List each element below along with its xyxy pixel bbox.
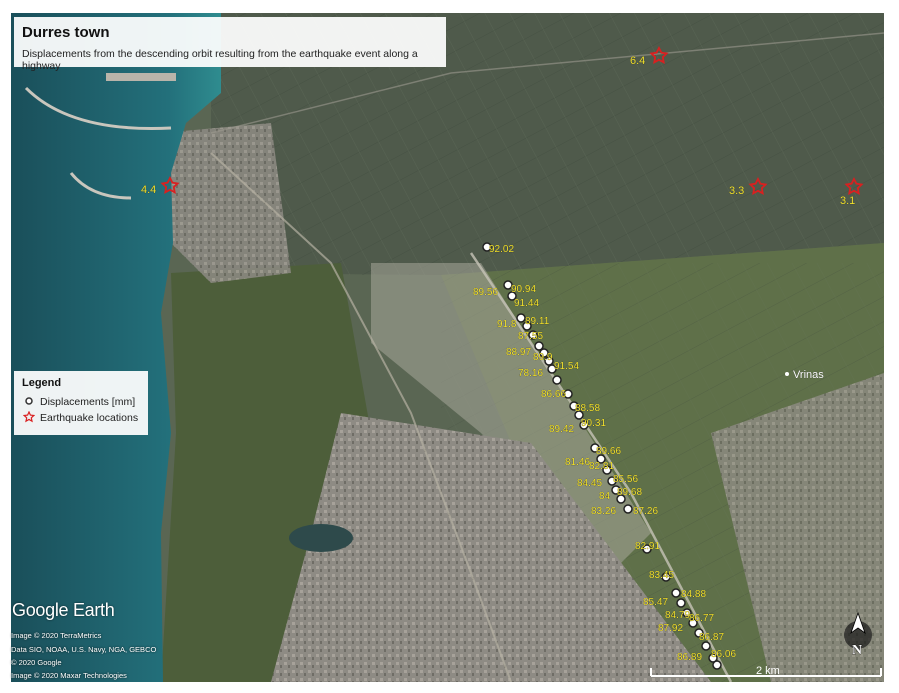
displacement-label: 82.91	[635, 541, 660, 552]
legend-title: Legend	[22, 377, 62, 389]
earthquake-magnitude-label: 4.4	[141, 184, 156, 196]
displacement-label: 87.55	[518, 331, 543, 342]
earthquake-magnitude-label: 3.3	[729, 185, 744, 197]
displacement-label: 84	[599, 491, 611, 502]
displacement-label: 85.47	[643, 597, 668, 608]
credit-line: Data SIO, NOAA, U.S. Navy, NGA, GEBCO	[11, 645, 157, 654]
legend-displacement-label: Displacements [mm]	[40, 396, 136, 408]
displacement-label: 88.58	[575, 403, 600, 414]
map-title-panel: Durres town Displacements from the desce…	[14, 17, 446, 72]
displacement-dot-icon	[22, 396, 36, 409]
displacement-label: 87.26	[633, 506, 658, 517]
displacement-label: 89.66	[596, 446, 621, 457]
displacement-label: 91.54	[554, 361, 579, 372]
earthquake-star-icon	[22, 410, 36, 426]
legend-earthquake-label: Earthquake locations	[40, 412, 139, 424]
north-label: N	[852, 643, 862, 658]
displacement-label: 84.88	[681, 589, 706, 600]
google-earth-logo: Google Earth	[12, 600, 115, 620]
credit-line: Image © 2020 Maxar Technologies	[11, 671, 127, 680]
earthquake-magnitude-label: 6.4	[630, 55, 645, 67]
legend-item-displacement: Displacements [mm]	[22, 394, 140, 410]
displacement-point[interactable]	[623, 504, 633, 514]
displacement-label: 86.89	[677, 652, 702, 663]
displacement-point[interactable]	[712, 660, 722, 670]
place-label-vrinas: Vrinas	[793, 369, 824, 381]
satellite-map[interactable]: 92.02 89.56 90.94 91.44 91.8 89.11 87.55…	[11, 13, 884, 682]
displacement-label: 86.66	[541, 389, 566, 400]
credit-line: Image © 2020 TerraMetrics	[11, 631, 102, 640]
earthquake-magnitude-label: 3.1	[840, 195, 855, 207]
map-subtitle: Displacements from the descending orbit …	[22, 48, 418, 72]
displacement-label: 89.68	[617, 487, 642, 498]
displacement-label: 89.56	[473, 287, 498, 298]
displacement-label: 84.45	[577, 478, 602, 489]
displacement-label: 89.42	[549, 424, 574, 435]
displacement-label: 78.16	[518, 368, 543, 379]
displacement-label: 83.45	[649, 570, 674, 581]
credit-line: © 2020 Google	[11, 658, 62, 667]
displacement-label: 85.56	[613, 474, 638, 485]
displacement-label: 90.94	[511, 284, 536, 295]
displacement-label: 83.26	[591, 506, 616, 517]
displacement-label: 88.97	[506, 347, 531, 358]
displacement-label: 86.06	[711, 649, 736, 660]
displacement-label: 81.46	[565, 457, 590, 468]
displacement-label: 82.81	[589, 461, 614, 472]
displacement-label: 90.31	[581, 418, 606, 429]
scale-label: 2 km	[756, 665, 780, 677]
displacement-point[interactable]	[552, 375, 562, 385]
legend-item-earthquake: Earthquake locations	[22, 410, 140, 426]
displacement-point[interactable]	[701, 641, 711, 651]
displacement-point[interactable]	[676, 598, 686, 608]
displacement-point[interactable]	[516, 313, 526, 323]
place-marker-icon	[785, 372, 789, 376]
displacement-label: 89.11	[525, 316, 550, 327]
displacement-label: 91.8	[497, 319, 517, 330]
displacement-label: 84.79	[665, 610, 690, 621]
displacement-label: 86.77	[689, 613, 714, 624]
displacement-label: 92.02	[489, 244, 514, 255]
displacement-label: 87.92	[658, 623, 683, 634]
map-title: Durres town	[22, 24, 110, 41]
legend-panel: Legend Displacements [mm] Earthquake loc…	[14, 371, 148, 435]
displacement-label: 89.9	[533, 352, 553, 363]
displacement-label: 91.44	[514, 298, 539, 309]
displacement-label: 86.87	[699, 632, 724, 643]
displacement-point[interactable]	[671, 588, 681, 598]
